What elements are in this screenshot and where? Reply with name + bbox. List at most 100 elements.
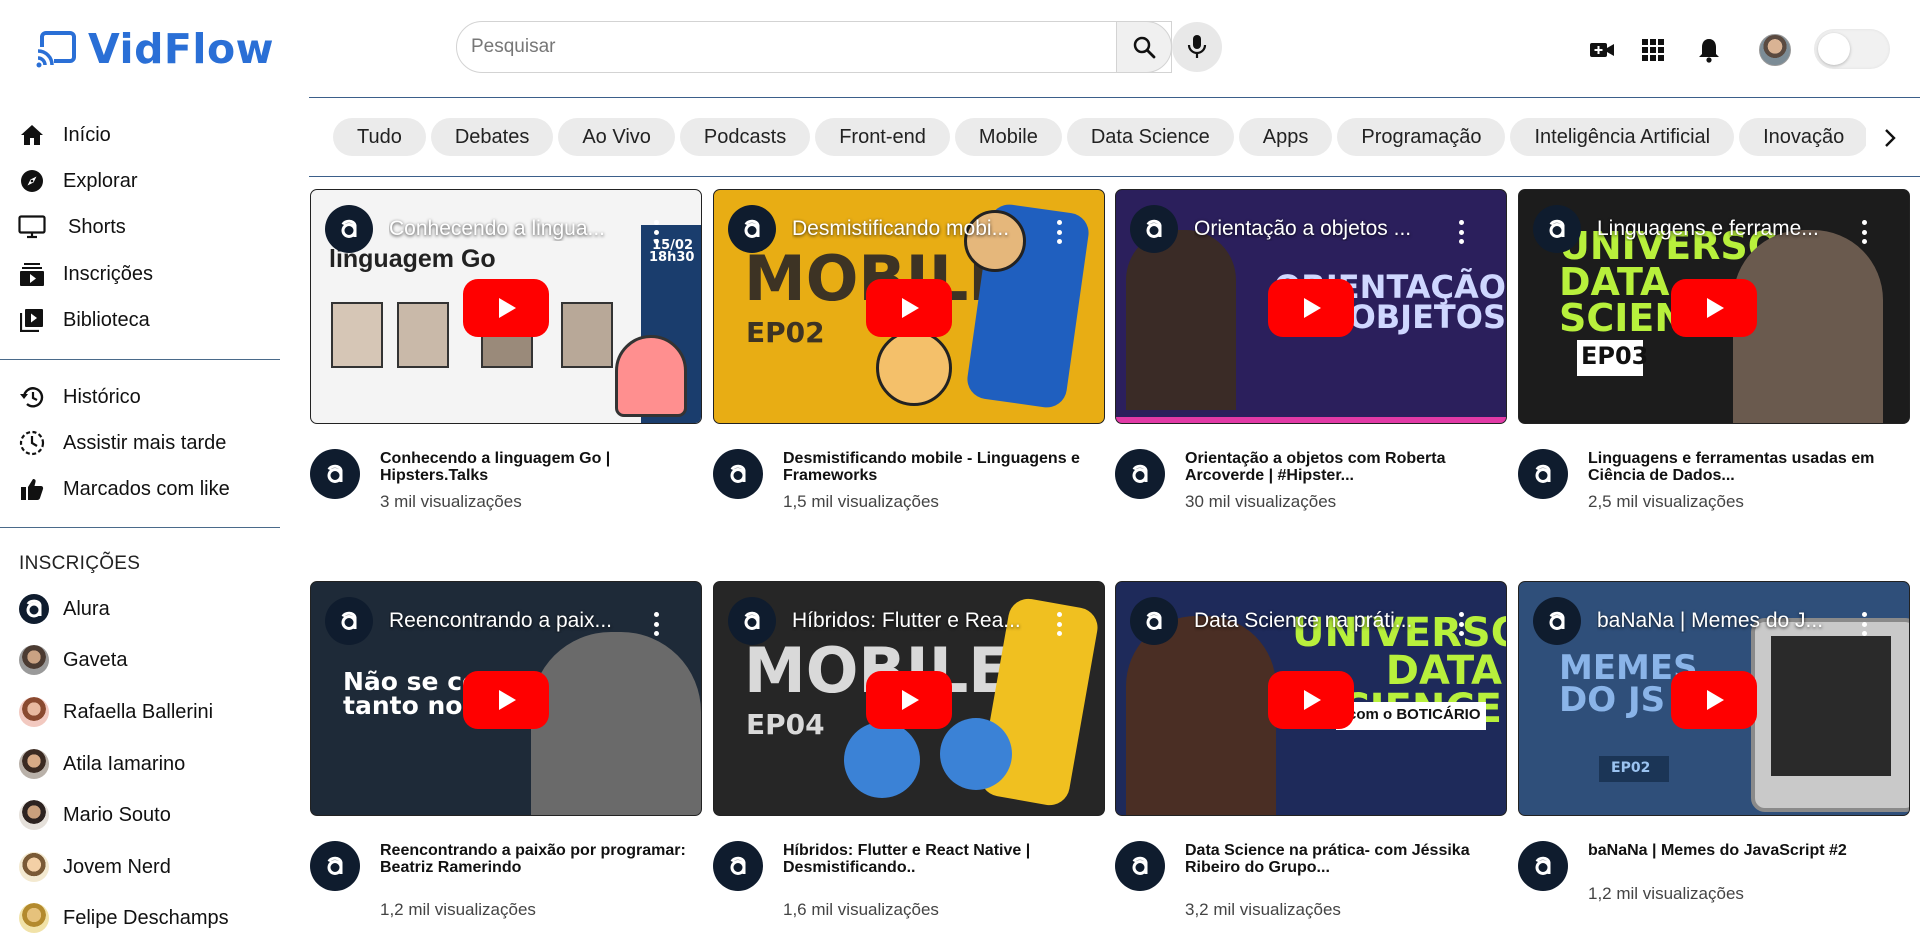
channel-avatar[interactable]	[1115, 449, 1165, 499]
app-logo[interactable]: VidFlow	[36, 26, 274, 72]
sidebar-item-assistir-mais-tarde[interactable]: Assistir mais tarde	[0, 423, 280, 463]
subscription-name: Atila Iamarino	[63, 752, 186, 775]
sidebar-item-label: Início	[63, 123, 111, 146]
play-button[interactable]	[1268, 671, 1354, 729]
chip-podcasts[interactable]: Podcasts	[679, 118, 811, 156]
chip-debates[interactable]: Debates	[430, 118, 554, 156]
more-options-icon[interactable]	[649, 220, 663, 244]
video-card[interactable]: MOBILEEP04Híbridos: Flutter e Rea... Híbr…	[713, 581, 1105, 919]
play-button[interactable]	[1671, 279, 1757, 337]
play-button[interactable]	[866, 671, 952, 729]
more-options-icon[interactable]	[1052, 612, 1066, 636]
chip-ao-vivo[interactable]: Ao Vivo	[558, 118, 675, 156]
channel-avatar[interactable]	[310, 841, 360, 891]
channel-avatar[interactable]	[310, 449, 360, 499]
subscription-item[interactable]: Rafaella Ballerini	[0, 692, 280, 732]
chip-mobile[interactable]: Mobile	[954, 118, 1062, 156]
chip-apps[interactable]: Apps	[1238, 118, 1333, 156]
thumbnail-title: Data Science na práti...	[1194, 609, 1413, 632]
sidebar-item-biblioteca[interactable]: Biblioteca	[0, 300, 280, 340]
video-thumbnail[interactable]: UNIVERSO DATA SCIENCEcom o BOTICÁRIOData…	[1115, 581, 1507, 816]
video-thumbnail[interactable]: MEMES DO JS EP02 baNaNa | Memes do J...	[1518, 581, 1910, 816]
channel-avatar[interactable]	[713, 841, 763, 891]
video-card[interactable]: linguagem Go 15/02 18h30 Conhecendo a ling…	[310, 189, 702, 511]
play-button[interactable]	[463, 279, 549, 337]
play-icon	[1304, 690, 1321, 710]
video-title[interactable]: Linguagens e ferramentas usadas em Ciênc…	[1588, 450, 1908, 484]
sidebar-item-marcados-com-like[interactable]: Marcados com like	[0, 469, 280, 509]
channel-avatar[interactable]	[1518, 841, 1568, 891]
sidebar-divider	[0, 527, 280, 528]
subscription-item[interactable]: Atila Iamarino	[0, 744, 280, 784]
video-meta: baNaNa | Memes do JavaScript #2 1,2 mil v…	[1518, 816, 1910, 903]
subscription-item[interactable]: Felipe Deschamps	[0, 898, 280, 938]
video-card[interactable]: ORIENTAÇÃO A OBJETOS Orientação a objetos…	[1115, 189, 1507, 511]
channel-avatar[interactable]	[713, 449, 763, 499]
video-title[interactable]: Orientação a objetos com Roberta Arcover…	[1185, 450, 1505, 484]
video-card[interactable]: UNIVERSO DATA SCIENCEcom o BOTICÁRIOData…	[1115, 581, 1507, 919]
chips-next-button[interactable]	[1872, 121, 1908, 155]
play-icon	[1707, 298, 1724, 318]
play-button[interactable]	[1671, 671, 1757, 729]
video-thumbnail[interactable]: linguagem Go 15/02 18h30 Conhecendo a ling…	[310, 189, 702, 424]
video-thumbnail[interactable]: UNIVERSO DATA SCIENCE EP03 Linguagens e fe…	[1518, 189, 1910, 424]
create-video-icon[interactable]	[1588, 36, 1616, 64]
apps-grid-icon[interactable]	[1639, 36, 1667, 64]
play-button[interactable]	[463, 671, 549, 729]
video-card[interactable]: UNIVERSO DATA SCIENCE EP03 Linguagens e fe…	[1518, 189, 1910, 511]
thumbs-up-icon	[18, 475, 46, 503]
channel-avatar[interactable]	[1518, 449, 1568, 499]
video-title[interactable]: Conhecendo a linguagem Go | Hipsters.Tal…	[380, 450, 700, 484]
video-thumbnail[interactable]: MOBILEEP04Híbridos: Flutter e Rea...	[713, 581, 1105, 816]
channel-logo-icon	[1533, 597, 1581, 645]
video-card[interactable]: Não se co tanto no i Reencontrando a paix…	[310, 581, 702, 919]
video-title[interactable]: Reencontrando a paixão por programar: Be…	[380, 842, 700, 876]
sidebar-item-explorar[interactable]: Explorar	[0, 161, 280, 201]
subscriptions-icon	[18, 260, 46, 288]
bell-icon[interactable]	[1695, 36, 1723, 64]
sidebar-item-shorts[interactable]: Shorts	[0, 207, 280, 247]
history-icon	[18, 383, 46, 411]
subscription-item[interactable]: Alura	[0, 589, 280, 629]
sidebar-item-historico[interactable]: Histórico	[0, 377, 280, 417]
video-card[interactable]: MEMES DO JS EP02 baNaNa | Memes do J... baN…	[1518, 581, 1910, 903]
video-title[interactable]: Data Science na prática- com Jéssika Rib…	[1185, 842, 1505, 876]
more-options-icon[interactable]	[1857, 612, 1871, 636]
search-input[interactable]	[469, 35, 1131, 59]
video-thumbnail[interactable]: Não se co tanto no i Reencontrando a paix…	[310, 581, 702, 816]
sidebar-item-inicio[interactable]: Início	[0, 115, 280, 155]
user-avatar[interactable]	[1759, 34, 1791, 66]
chip-inteligencia-artificial[interactable]: Inteligência Artificial	[1510, 118, 1735, 156]
voice-search-button[interactable]	[1172, 22, 1222, 72]
subscriptions-heading: INSCRIÇÕES	[19, 553, 141, 574]
more-options-icon[interactable]	[649, 612, 663, 636]
thumbnail-title: Desmistificando mobi...	[792, 217, 1010, 240]
video-title[interactable]: baNaNa | Memes do JavaScript #2	[1588, 842, 1908, 859]
sidebar-item-inscricoes[interactable]: Inscrições	[0, 254, 280, 294]
app-name: VidFlow	[88, 24, 275, 73]
play-icon	[499, 690, 516, 710]
chip-inovacao[interactable]: Inovação	[1739, 118, 1866, 156]
subscription-item[interactable]: Gaveta	[0, 640, 280, 680]
video-card[interactable]: MOBILEEP02Desmistificando mobi...Desmist…	[713, 189, 1105, 511]
play-button[interactable]	[866, 279, 952, 337]
search-button[interactable]	[1116, 21, 1172, 73]
play-button[interactable]	[1268, 279, 1354, 337]
shorts-icon	[18, 213, 46, 241]
more-options-icon[interactable]	[1454, 612, 1468, 636]
theme-toggle[interactable]	[1814, 29, 1890, 69]
subscription-item[interactable]: Jovem Nerd	[0, 847, 280, 887]
chip-data-science[interactable]: Data Science	[1066, 118, 1234, 156]
chip-tudo[interactable]: Tudo	[333, 118, 426, 156]
video-thumbnail[interactable]: MOBILEEP02Desmistificando mobi...	[713, 189, 1105, 424]
video-title[interactable]: Híbridos: Flutter e React Native | Desmi…	[783, 842, 1103, 876]
video-thumbnail[interactable]: ORIENTAÇÃO A OBJETOS Orientação a objetos…	[1115, 189, 1507, 424]
chip-front-end[interactable]: Front-end	[815, 118, 950, 156]
chip-programacao[interactable]: Programação	[1337, 118, 1506, 156]
video-title[interactable]: Desmistificando mobile - Linguagens e Fr…	[783, 450, 1103, 484]
subscription-item[interactable]: Mario Souto	[0, 795, 280, 835]
more-options-icon[interactable]	[1454, 220, 1468, 244]
more-options-icon[interactable]	[1052, 220, 1066, 244]
more-options-icon[interactable]	[1857, 220, 1871, 244]
channel-avatar[interactable]	[1115, 841, 1165, 891]
